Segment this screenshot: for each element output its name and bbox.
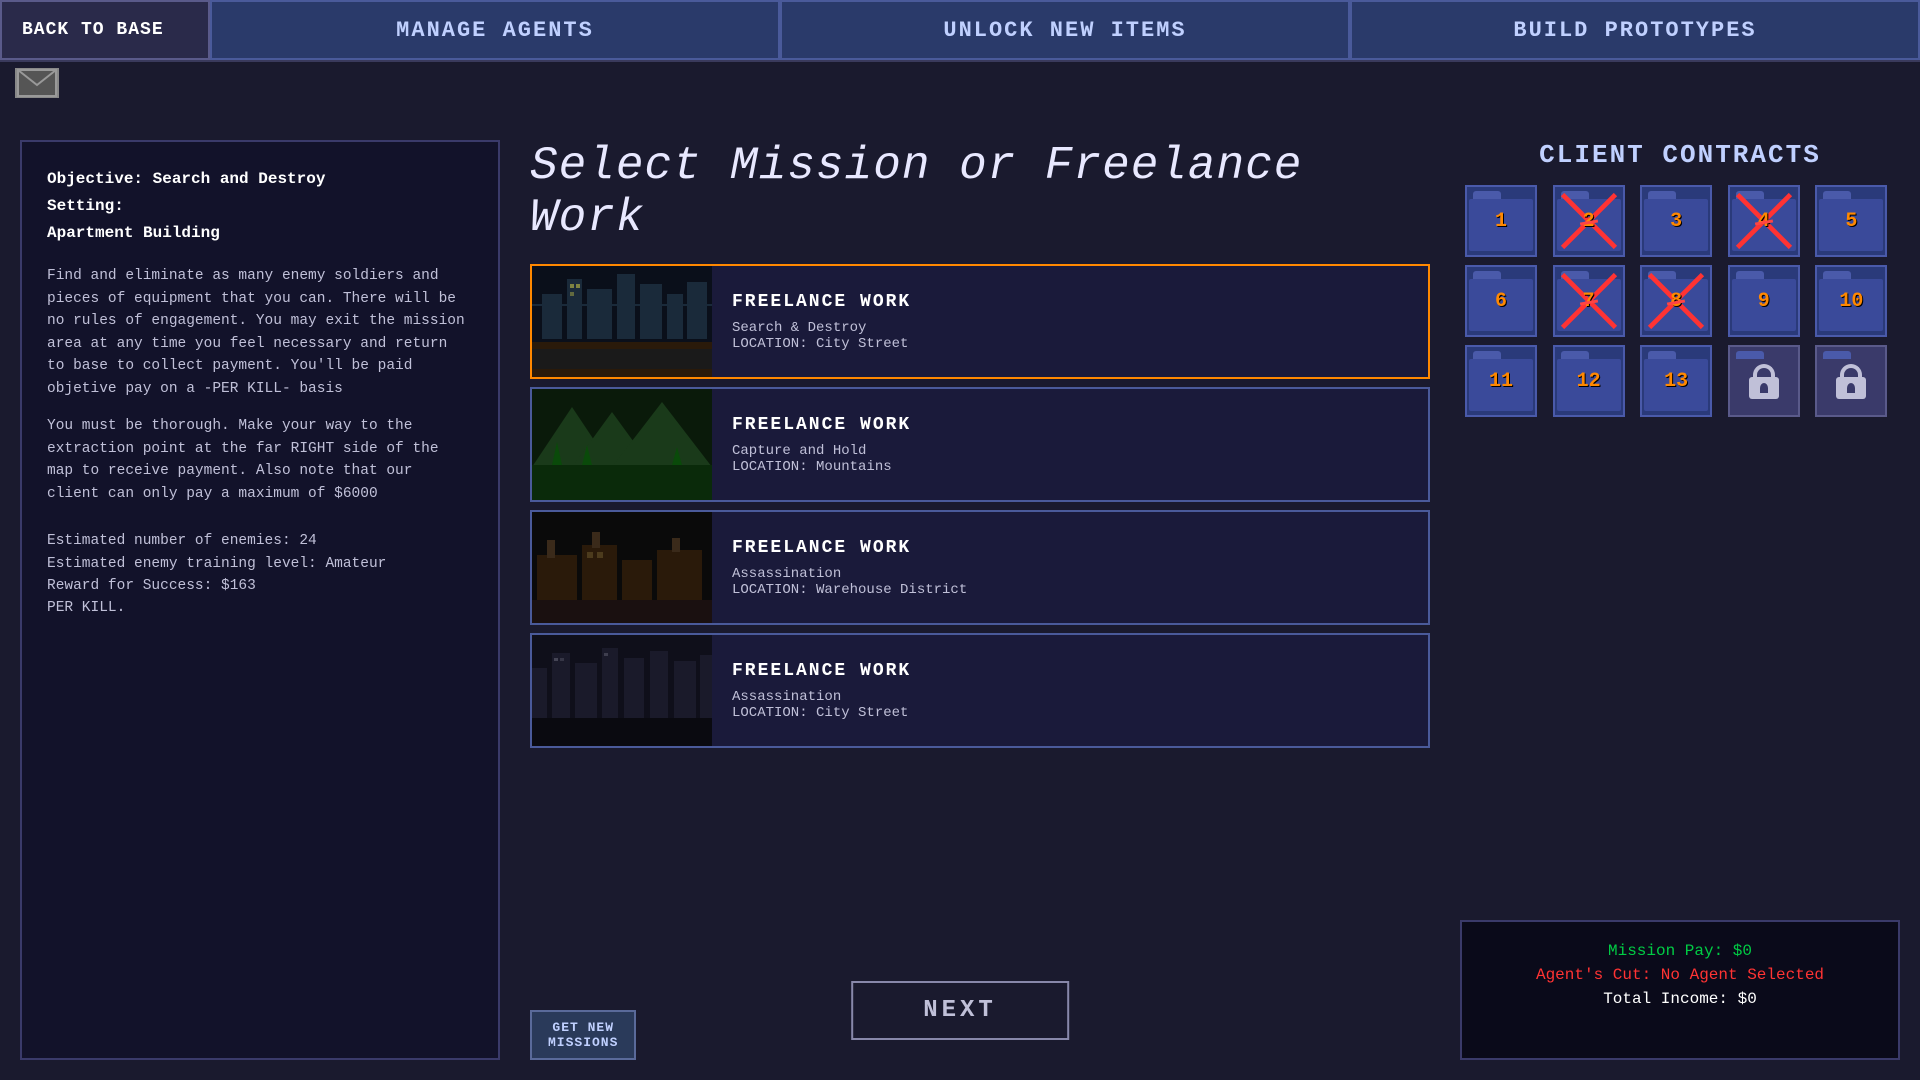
contract-number: 6 xyxy=(1495,290,1507,313)
contract-item-7[interactable]: 7 xyxy=(1553,265,1625,337)
mission-description: Find and eliminate as many enemy soldier… xyxy=(47,265,473,400)
contract-number: 11 xyxy=(1489,370,1513,393)
mission-type-1: Search & Destroy xyxy=(732,320,911,336)
manage-agents-button[interactable]: MANAGE AGENTS xyxy=(210,0,780,60)
mission-description2: You must be thorough. Make your way to t… xyxy=(47,415,473,505)
contract-number: 7 xyxy=(1583,290,1595,313)
objective-line2: Setting: xyxy=(47,194,473,219)
contract-item-3[interactable]: 3 xyxy=(1640,185,1712,257)
mission-type-2: Capture and Hold xyxy=(732,443,911,459)
page-title: Select Mission or Freelance Work xyxy=(530,140,1430,244)
stat-enemies: Estimated number of enemies: 24 xyxy=(47,530,473,552)
mission-stats: Estimated number of enemies: 24 Estimate… xyxy=(47,530,473,620)
stat-per-kill: PER KILL. xyxy=(47,597,473,619)
contract-number: 2 xyxy=(1583,210,1595,233)
lock-icon xyxy=(1749,364,1779,399)
build-prototypes-button[interactable]: BUILD PROTOTYPES xyxy=(1350,0,1920,60)
get-new-missions-button[interactable]: GET NEWMISSIONS xyxy=(530,1010,636,1060)
contract-item-12[interactable]: 12 xyxy=(1553,345,1625,417)
contract-item-13[interactable]: 13 xyxy=(1640,345,1712,417)
contract-number: 12 xyxy=(1577,370,1601,393)
contract-number: 3 xyxy=(1670,210,1682,233)
mission-card-2[interactable]: FREELANCE WORK Capture and Hold LOCATION… xyxy=(530,387,1430,502)
contract-item-5[interactable]: 5 xyxy=(1815,185,1887,257)
mission-list: FREELANCE WORK Search & Destroy LOCATION… xyxy=(530,264,1430,1000)
next-button-container: NEXT xyxy=(851,981,1069,1040)
income-panel: Mission Pay: $0 Agent's Cut: No Agent Se… xyxy=(1460,920,1900,1060)
mission-label-2: FREELANCE WORK xyxy=(732,415,911,435)
card-info-4: FREELANCE WORK Assassination LOCATION: C… xyxy=(712,635,931,746)
lock-shackle xyxy=(1753,364,1775,378)
contracts-grid: 1 2 3 4 xyxy=(1460,185,1900,417)
lock-hole xyxy=(1760,383,1768,393)
unlock-new-items-button[interactable]: UNLOCK NEW ITEMS xyxy=(780,0,1350,60)
mail-icon-container[interactable] xyxy=(15,68,65,108)
stat-reward: Reward for Success: $163 xyxy=(47,575,473,597)
agent-cut: Agent's Cut: No Agent Selected xyxy=(1482,966,1878,984)
objective-line1: Objective: Search and Destroy xyxy=(47,167,473,192)
mission-image-3 xyxy=(532,512,712,623)
contract-item-2[interactable]: 2 xyxy=(1553,185,1625,257)
right-panel: CLIENT CONTRACTS 1 2 xyxy=(1460,140,1900,1060)
mission-image-4 xyxy=(532,635,712,746)
mission-location-4: LOCATION: City Street xyxy=(732,705,911,721)
contract-number: 4 xyxy=(1758,210,1770,233)
left-panel: Objective: Search and Destroy Setting: A… xyxy=(20,140,500,1060)
mission-card-1[interactable]: FREELANCE WORK Search & Destroy LOCATION… xyxy=(530,264,1430,379)
contract-item-9[interactable]: 9 xyxy=(1728,265,1800,337)
mission-label-1: FREELANCE WORK xyxy=(732,292,911,312)
mail-icon[interactable] xyxy=(15,68,59,98)
mission-card-4[interactable]: FREELANCE WORK Assassination LOCATION: C… xyxy=(530,633,1430,748)
stat-training: Estimated enemy training level: Amateur xyxy=(47,553,473,575)
center-panel: Select Mission or Freelance Work xyxy=(500,140,1460,1060)
main-content: Objective: Search and Destroy Setting: A… xyxy=(20,140,1900,1060)
mission-label-4: FREELANCE WORK xyxy=(732,661,911,681)
mission-label-3: FREELANCE WORK xyxy=(732,538,967,558)
mission-pay: Mission Pay: $0 xyxy=(1482,942,1878,960)
mission-location-2: LOCATION: Mountains xyxy=(732,459,911,475)
contract-number: 1 xyxy=(1495,210,1507,233)
lock-hole xyxy=(1847,383,1855,393)
next-button[interactable]: NEXT xyxy=(851,981,1069,1040)
contract-number: 9 xyxy=(1758,290,1770,313)
lock-icon xyxy=(1836,364,1866,399)
objective-line3: Apartment Building xyxy=(47,221,473,246)
client-contracts-title: CLIENT CONTRACTS xyxy=(1460,140,1900,170)
contract-number: 5 xyxy=(1845,210,1857,233)
contract-number: 8 xyxy=(1670,290,1682,313)
mission-location-3: LOCATION: Warehouse District xyxy=(732,582,967,598)
lock-shackle xyxy=(1840,364,1862,378)
contract-item-1[interactable]: 1 xyxy=(1465,185,1537,257)
back-to-base-button[interactable]: Back to Base xyxy=(0,0,210,60)
mission-type-3: Assassination xyxy=(732,566,967,582)
total-income: Total Income: $0 xyxy=(1482,990,1878,1008)
contract-item-4[interactable]: 4 xyxy=(1728,185,1800,257)
mission-location-1: LOCATION: City Street xyxy=(732,336,911,352)
contract-item-10[interactable]: 10 xyxy=(1815,265,1887,337)
contract-item-8[interactable]: 8 xyxy=(1640,265,1712,337)
contract-item-15[interactable] xyxy=(1815,345,1887,417)
card-info-2: FREELANCE WORK Capture and Hold LOCATION… xyxy=(712,389,931,500)
lock-body xyxy=(1836,377,1866,399)
contract-number: 13 xyxy=(1664,370,1688,393)
mission-card-3[interactable]: FREELANCE WORK Assassination LOCATION: W… xyxy=(530,510,1430,625)
contract-item-11[interactable]: 11 xyxy=(1465,345,1537,417)
contract-number: 10 xyxy=(1839,290,1863,313)
top-nav: Back to Base MANAGE AGENTS UNLOCK NEW IT… xyxy=(0,0,1920,62)
contract-item-6[interactable]: 6 xyxy=(1465,265,1537,337)
lock-body xyxy=(1749,377,1779,399)
mission-image-1 xyxy=(532,266,712,377)
contract-item-14[interactable] xyxy=(1728,345,1800,417)
card-info-1: FREELANCE WORK Search & Destroy LOCATION… xyxy=(712,266,931,377)
card-info-3: FREELANCE WORK Assassination LOCATION: W… xyxy=(712,512,987,623)
mission-type-4: Assassination xyxy=(732,689,911,705)
mission-image-2 xyxy=(532,389,712,500)
